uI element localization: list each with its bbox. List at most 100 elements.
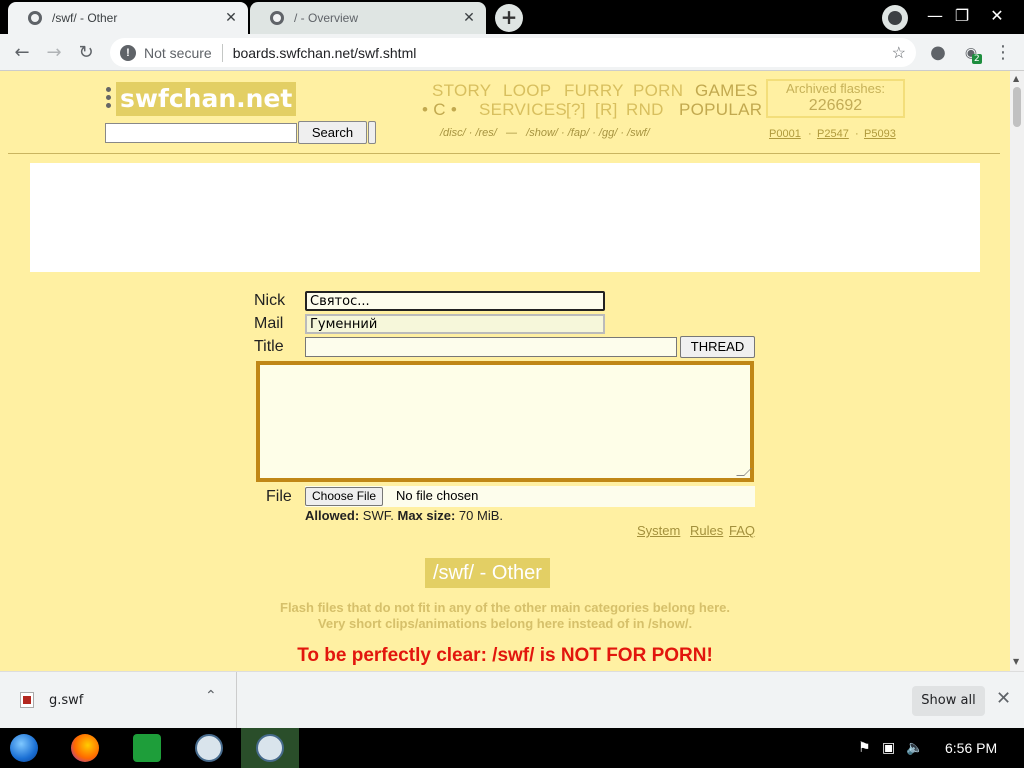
clock[interactable]: 6:56 PM xyxy=(945,740,997,756)
show-all-button[interactable]: Show all xyxy=(912,686,985,716)
warning-icon[interactable]: ! xyxy=(120,44,136,61)
profile-icon[interactable]: ● xyxy=(925,40,951,66)
web-page: swfchan.net Search STORY LOOP FURRY PORN… xyxy=(0,71,1010,671)
nav-r[interactable]: [R] xyxy=(595,100,618,120)
minimize-icon[interactable]: — xyxy=(920,2,950,30)
no-file-text: No file chosen xyxy=(396,488,479,503)
mail-field[interactable]: Гуменний xyxy=(305,314,605,334)
site-logo[interactable]: swfchan.net xyxy=(116,82,297,116)
search-extra-button[interactable] xyxy=(368,121,376,144)
tab-title: / - Overview xyxy=(294,11,359,25)
title-label: Title xyxy=(254,338,284,355)
ad-box xyxy=(30,163,980,272)
wordpress-icon xyxy=(195,734,223,762)
link-faq[interactable]: FAQ xyxy=(729,523,755,538)
page-scrollbar[interactable]: ▲ ▼ xyxy=(1010,71,1024,671)
nav-story[interactable]: STORY xyxy=(432,81,491,101)
search-button[interactable]: Search xyxy=(298,121,367,144)
network-icon[interactable]: ▣ xyxy=(882,740,895,756)
taskbar: ⚑ ▣ 🔈 6:56 PM xyxy=(0,728,1024,768)
firefox-icon xyxy=(71,734,99,762)
mail-label: Mail xyxy=(254,315,284,332)
file-label: File xyxy=(266,488,292,505)
url-text[interactable]: boards.swfchan.net/swf.shtml xyxy=(233,45,417,61)
tab-strip: /swf/ - Other ✕ / - Overview ✕ + — ❐ ✕ xyxy=(0,0,1024,34)
link-system[interactable]: System xyxy=(637,523,680,538)
close-tab-icon[interactable]: ✕ xyxy=(220,10,242,26)
new-tab-button[interactable]: + xyxy=(495,4,523,32)
page-link-p2547[interactable]: P2547 xyxy=(817,128,849,140)
plink-separator: · xyxy=(855,128,859,140)
tab-title: /swf/ - Other xyxy=(52,11,118,25)
close-shelf-icon[interactable]: ✕ xyxy=(996,688,1011,709)
menu-icon[interactable]: ⋮ xyxy=(990,40,1016,66)
nav-games[interactable]: GAMES xyxy=(695,81,758,101)
flag-icon[interactable]: ⚑ xyxy=(858,740,871,756)
scroll-thumb[interactable] xyxy=(1013,87,1021,127)
maxsize-label: Max size: xyxy=(397,508,456,523)
plink-separator: · xyxy=(808,128,812,140)
link-rules[interactable]: Rules xyxy=(690,523,723,538)
choose-file-button[interactable]: Choose File xyxy=(305,487,384,506)
gamepad-icon xyxy=(133,734,161,762)
taskbar-firefox[interactable] xyxy=(56,728,114,768)
nav-furry[interactable]: FURRY xyxy=(564,81,624,101)
security-label[interactable]: Not secure xyxy=(144,45,212,61)
globe-icon xyxy=(28,11,42,25)
nav-c[interactable]: • C • xyxy=(422,100,457,120)
profile-download-icon[interactable] xyxy=(882,5,908,31)
board-title: /swf/ - Other xyxy=(425,558,550,588)
title-field[interactable] xyxy=(305,337,677,357)
archived-counter: Archived flashes: 226692 xyxy=(766,79,905,118)
file-input[interactable]: Choose File No file chosen xyxy=(305,486,755,507)
chevron-up-icon[interactable]: ⌃ xyxy=(205,688,217,704)
divider xyxy=(221,43,223,62)
download-filename[interactable]: g.swf xyxy=(49,693,83,708)
archived-count: 226692 xyxy=(808,97,863,114)
board-links[interactable]: /disc/ · /res/ — /show/ · /fap/ · /gg/ ·… xyxy=(440,127,650,139)
taskbar-app-2[interactable] xyxy=(241,728,299,768)
tab-overview[interactable]: / - Overview ✕ xyxy=(250,2,486,34)
page-link-p0001[interactable]: P0001 xyxy=(769,128,801,140)
browser-toolbar: ← → ↻ ! Not secure boards.swfchan.net/sw… xyxy=(0,34,1024,71)
resize-handle-icon[interactable] xyxy=(736,468,752,476)
restore-icon[interactable]: ❐ xyxy=(947,2,977,30)
taskbar-game[interactable] xyxy=(118,728,176,768)
allowed-label: Allowed: xyxy=(305,508,360,523)
nav-porn[interactable]: PORN xyxy=(633,81,683,101)
board-description-2: Very short clips/animations belong here … xyxy=(317,616,693,631)
volume-icon[interactable]: 🔈 xyxy=(906,740,923,756)
archived-label: Archived flashes: xyxy=(786,81,885,96)
nick-field[interactable]: Святос... xyxy=(305,291,605,311)
page-link-p5093[interactable]: P5093 xyxy=(864,128,896,140)
download-item[interactable]: g.swf ⌃ xyxy=(0,672,237,728)
taskbar-app-1[interactable] xyxy=(180,728,238,768)
bookmark-star-icon[interactable]: ☆ xyxy=(892,43,906,63)
extension-badge: 2 xyxy=(972,54,982,64)
nav-services[interactable]: SERVICES xyxy=(479,100,567,120)
back-icon[interactable]: ← xyxy=(9,40,35,66)
close-tab-icon[interactable]: ✕ xyxy=(458,10,480,26)
start-orb-icon xyxy=(10,734,38,762)
nav-loop[interactable]: LOOP xyxy=(503,81,551,101)
start-button[interactable] xyxy=(0,728,58,768)
scroll-up-icon[interactable]: ▲ xyxy=(1013,74,1019,83)
tab-swf-other[interactable]: /swf/ - Other ✕ xyxy=(8,2,248,34)
upload-limits: Allowed: SWF. Max size: 70 MiB. xyxy=(305,508,503,523)
close-window-icon[interactable]: ✕ xyxy=(982,2,1012,30)
nav-help[interactable]: [?] xyxy=(566,100,586,120)
board-description-1: Flash files that do not fit in any of th… xyxy=(280,600,730,615)
nav-popular[interactable]: POPULAR xyxy=(679,100,762,120)
nav-rnd[interactable]: RND xyxy=(626,100,664,120)
forward-icon[interactable]: → xyxy=(41,40,67,66)
scroll-down-icon[interactable]: ▼ xyxy=(1013,657,1019,666)
search-input[interactable] xyxy=(105,123,297,143)
wordpress-icon xyxy=(256,734,284,762)
reload-icon[interactable]: ↻ xyxy=(73,40,99,66)
thread-submit-button[interactable]: THREAD xyxy=(680,336,755,358)
address-bar[interactable]: ! Not secure boards.swfchan.net/swf.shtm… xyxy=(110,38,916,67)
maxsize-value: 70 MiB. xyxy=(458,508,503,523)
divider xyxy=(8,153,1000,154)
globe-icon xyxy=(270,11,284,25)
message-textarea[interactable] xyxy=(256,361,754,482)
